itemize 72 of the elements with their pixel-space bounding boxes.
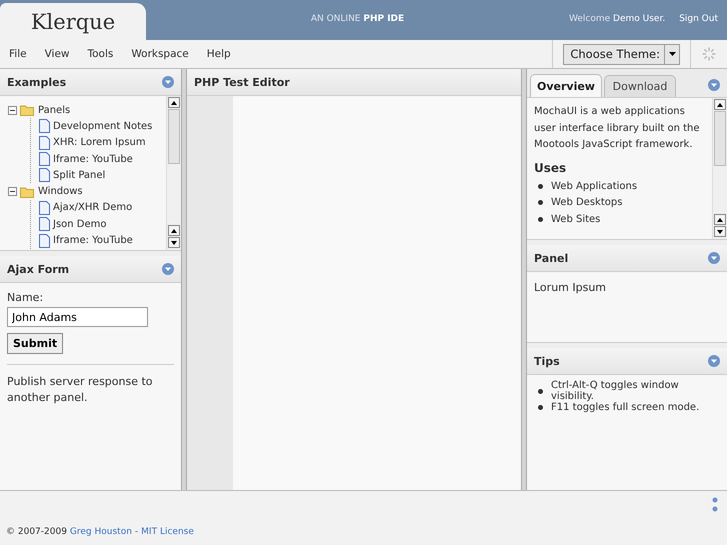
menu-item[interactable]: Help bbox=[198, 48, 240, 60]
bullet-icon bbox=[538, 216, 543, 222]
bullet-icon bbox=[538, 388, 543, 394]
collapse-icon[interactable] bbox=[162, 263, 174, 275]
menu-item[interactable]: Tools bbox=[78, 48, 122, 60]
tree-item[interactable]: Ajax/XHR Demo bbox=[53, 202, 132, 214]
tree-item[interactable]: Split Panel bbox=[53, 170, 106, 181]
panel-title: Ajax Form bbox=[7, 262, 70, 276]
tree-item[interactable]: Iframe: YouTube bbox=[53, 235, 133, 246]
arrow-up-icon[interactable] bbox=[717, 218, 723, 222]
tree-item[interactable]: Panels bbox=[38, 104, 70, 116]
arrow-up-icon[interactable] bbox=[171, 228, 177, 232]
arrow-up-icon[interactable] bbox=[171, 100, 177, 104]
overview-text: MochaUI is a web applications user interface library built on the Mootools JavaScript framework. bbox=[534, 105, 701, 152]
arrow-down-icon[interactable] bbox=[717, 230, 723, 234]
tree-item[interactable]: XHR: Lorem Ipsum bbox=[53, 137, 146, 148]
field-label: Name: bbox=[7, 291, 44, 304]
list-item: Web Applications bbox=[551, 181, 638, 192]
panel-text: Lorum Ipsum bbox=[534, 280, 608, 296]
panel-title: PHP Test Editor bbox=[194, 76, 290, 88]
document-icon bbox=[39, 168, 50, 182]
tip-text: F11 toggles full screen mode. bbox=[551, 402, 700, 413]
tree-item[interactable]: Development Notes bbox=[53, 120, 152, 132]
sign-out-link[interactable]: Sign Out bbox=[679, 0, 718, 40]
submit-button[interactable]: Submit bbox=[7, 333, 64, 354]
tab[interactable]: Overview bbox=[530, 74, 602, 97]
menu-item[interactable]: View bbox=[36, 48, 78, 60]
menu-item[interactable]: File bbox=[0, 48, 36, 60]
tree-item[interactable]: Windows bbox=[38, 186, 83, 198]
folder-icon bbox=[20, 186, 35, 198]
list-item: Web Desktops bbox=[551, 197, 622, 208]
document-icon bbox=[39, 152, 50, 166]
section-heading: Uses bbox=[534, 160, 568, 174]
arrow-up-icon[interactable] bbox=[717, 102, 723, 106]
form-note: Publish server response to another panel. bbox=[7, 374, 154, 406]
document-icon bbox=[39, 217, 50, 232]
panel-title: Panel bbox=[534, 252, 568, 264]
welcome-text: Welcome Demo User. bbox=[569, 13, 666, 26]
logo: Klerque bbox=[0, 3, 146, 40]
author-link[interactable]: Greg Houston bbox=[70, 527, 132, 537]
document-icon bbox=[39, 136, 50, 150]
scrollbar[interactable] bbox=[166, 96, 181, 250]
separator-text: - bbox=[134, 527, 138, 537]
menu-item[interactable]: Workspace bbox=[122, 48, 198, 60]
folder-icon bbox=[20, 104, 35, 116]
dock-handle-icon[interactable] bbox=[712, 497, 718, 513]
arrow-down-icon[interactable] bbox=[171, 240, 177, 244]
theme-dropdown[interactable]: Choose Theme: bbox=[563, 44, 680, 64]
collapse-toggle[interactable] bbox=[8, 106, 17, 115]
collapse-toggle[interactable] bbox=[8, 187, 17, 196]
copyright-text: © 2007-2009 bbox=[6, 527, 67, 537]
document-icon bbox=[39, 200, 50, 215]
spinner-icon bbox=[701, 46, 717, 62]
tree-item[interactable]: Json Demo bbox=[53, 218, 107, 230]
bullet-icon bbox=[538, 184, 543, 190]
document-icon bbox=[39, 119, 50, 134]
scrollbar[interactable] bbox=[712, 98, 727, 239]
collapse-icon[interactable] bbox=[708, 355, 720, 367]
bullet-icon bbox=[538, 404, 543, 410]
panel-title: Tips bbox=[534, 354, 560, 368]
tagline: AN ONLINE PHP IDE bbox=[310, 13, 406, 26]
panel-title: Examples bbox=[7, 76, 66, 88]
caret-icon bbox=[668, 52, 676, 56]
license-link[interactable]: MIT License bbox=[141, 527, 194, 537]
tip-text: Ctrl-Alt-Q toggles window visibility. bbox=[551, 380, 679, 402]
bullet-icon bbox=[538, 200, 543, 206]
collapse-icon[interactable] bbox=[162, 76, 174, 88]
tree-item[interactable]: Iframe: YouTube bbox=[53, 154, 133, 165]
tab[interactable]: Download bbox=[604, 75, 676, 97]
collapse-icon[interactable] bbox=[708, 79, 720, 91]
collapse-icon[interactable] bbox=[708, 252, 720, 264]
list-item: Web Sites bbox=[551, 214, 600, 225]
